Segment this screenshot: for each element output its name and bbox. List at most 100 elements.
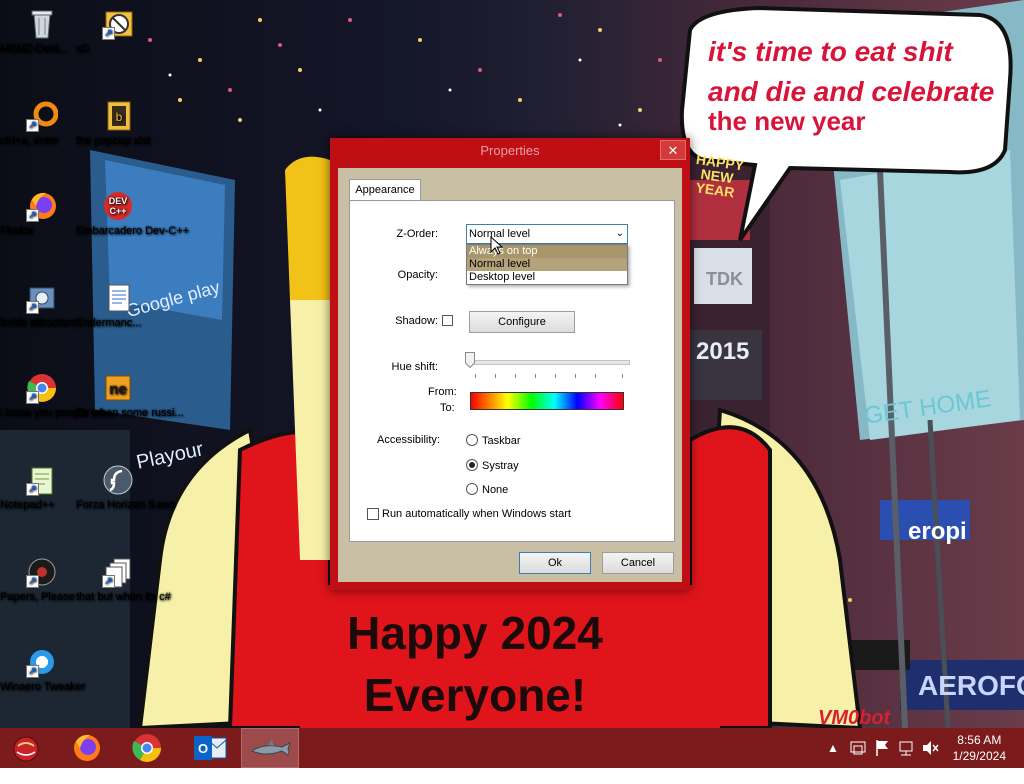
desktop-icon-label: forkie attractant [0, 317, 76, 329]
accessibility-option-label: None [482, 484, 509, 496]
dialog-close-button[interactable]: ✕ [660, 140, 686, 160]
taskbar-chrome[interactable] [118, 728, 176, 768]
chevron-down-icon: ⌄ [615, 228, 624, 239]
svg-text:b: b [116, 110, 123, 124]
taskbar-outlook[interactable]: O [180, 728, 238, 768]
desktop-icon-label: Firefox [0, 225, 34, 237]
slider-tick [622, 374, 623, 378]
recycle-bin-icon [26, 8, 58, 40]
desktop-icon-csharp[interactable]: ↗ that but when its c# [76, 556, 171, 603]
document-icon [102, 282, 134, 314]
desktop-icon-chrome[interactable]: ↗ i know you people we... [0, 372, 114, 419]
speech-bubble-line-1: it's time to eat shit [708, 36, 953, 67]
desktop-icon-label: Forza Horizon 5.exe [76, 499, 176, 511]
accessibility-label: Accessibility: [377, 434, 440, 446]
outlook-icon: O [194, 736, 227, 760]
svg-text:C++: C++ [109, 206, 126, 216]
desktop-icon-label: Endermanc... [76, 317, 142, 329]
accessibility-radio-taskbar[interactable] [466, 434, 478, 446]
desktop-icon-forkie[interactable]: ↗ forkie attractant [0, 282, 84, 329]
desktop-icon-label: Notepad++ [0, 499, 55, 511]
billboard-tdk: TDK [706, 269, 743, 289]
stacked-pages-icon: ↗ [102, 556, 134, 588]
hue-gradient-bar [470, 392, 624, 410]
desktop-icon-devcpp[interactable]: DEV C++ Embarcadero Dev-C++ [76, 190, 189, 237]
dotnet-icon: ne [102, 372, 134, 404]
muted-speaker-icon[interactable] [920, 728, 940, 768]
desktop-icon-memz[interactable]: MEMZ-Dest... [0, 8, 84, 55]
desktop-icon-label: MEMZ-Dest... [0, 43, 68, 55]
billboard-aerofos: AEROFOS [918, 670, 1024, 701]
desktop-icon-forza[interactable]: Forza Horizon 5.exe [76, 464, 175, 511]
billboard-happy-new-year: HAPPY NEW YEAR [694, 151, 746, 201]
desktop-icon-endermanch[interactable]: Endermanc... [76, 282, 160, 329]
desktop-icon-label: for when some russi... [76, 407, 184, 419]
desktop-icon-xd[interactable]: ↗ xD [76, 8, 160, 55]
chevron-up-icon[interactable]: ▲ [826, 728, 840, 768]
svg-text:O: O [198, 741, 208, 756]
autorun-checkbox[interactable] [367, 508, 379, 520]
flag-icon[interactable] [872, 728, 892, 768]
tab-appearance[interactable]: Appearance [349, 179, 421, 201]
desktop-icon-firefox[interactable]: ↗ Firefox [0, 190, 84, 237]
billboard-2015: 2015 [696, 338, 750, 365]
opacity-label: Opacity: [397, 269, 438, 281]
desktop-icon-label: Embarcadero Dev-C++ [76, 225, 190, 237]
shark-app-icon [250, 739, 291, 756]
clock-time: 8:56 AM [957, 733, 1002, 747]
mouse-cursor-icon [490, 236, 504, 255]
settings-app-icon: ↗ [26, 282, 58, 314]
properties-dialog: Properties ✕ Appearance Z-Order: Normal … [330, 138, 690, 590]
orange-ring-icon: ↗ [26, 100, 59, 132]
accessibility-radio-systray[interactable] [466, 459, 478, 471]
desktop-icon-label: Winaero Tweaker [0, 681, 86, 693]
desktop-icon-ctrl-a[interactable]: ↗ ctrl+a, enter [0, 100, 84, 147]
start-button[interactable] [0, 728, 58, 768]
configure-button[interactable]: Configure [469, 311, 575, 333]
hue-slider-thumb[interactable] [465, 352, 475, 368]
network-icon[interactable] [896, 728, 916, 768]
taskbar: O ▲ 8:56 AM 1/29/2024 [0, 728, 1024, 768]
shadow-checkbox[interactable] [442, 315, 453, 326]
ornament-start-icon [13, 736, 39, 762]
flash-icon [102, 464, 134, 496]
zorder-option-desktop-level[interactable]: Desktop level [467, 271, 627, 284]
zorder-option-normal-level[interactable]: Normal level [467, 258, 627, 271]
clock-date: 1/29/2024 [952, 749, 1006, 763]
dialog-title: Properties [480, 143, 540, 158]
zorder-label: Z-Order: [396, 228, 438, 240]
speech-bubble-line-2: and die and celebrate [708, 76, 995, 107]
desktop-icon-notepadpp[interactable]: ↗ Notepad++ [0, 464, 84, 511]
popcap-folder-icon: b [102, 100, 134, 132]
slider-tick [495, 374, 496, 378]
ok-button[interactable]: Ok [519, 552, 591, 574]
hue-shift-label: Hue shift: [391, 361, 438, 373]
devcpp-icon: DEV C++ [102, 190, 134, 222]
desktop-icon-label: Papers, Please [0, 591, 75, 603]
firefox-icon: ↗ [26, 190, 58, 222]
network-devices-icon[interactable] [848, 728, 868, 768]
desktop-icon-label: that but when its c# [76, 591, 171, 603]
hue-slider-track[interactable] [470, 360, 630, 365]
slider-tick [515, 374, 516, 378]
slider-tick [555, 374, 556, 378]
desktop-icon-label: xD [76, 43, 90, 55]
poster-line-1: Happy 2024 [347, 607, 603, 659]
firefox-icon [74, 734, 100, 761]
papers-please-icon: ↗ [26, 556, 58, 588]
svg-text:ne: ne [109, 381, 127, 398]
cancel-button[interactable]: Cancel [602, 552, 674, 574]
desktop-icon-label: ctrl+a, enter [0, 135, 59, 147]
taskbar-shark-app[interactable] [241, 728, 299, 768]
taskbar-firefox[interactable] [58, 728, 116, 768]
desktop-icon-russian[interactable]: ne for when some russi... [76, 372, 184, 419]
accessibility-radio-none[interactable] [466, 483, 478, 495]
taskbar-clock[interactable]: 8:56 AM 1/29/2024 [953, 732, 1006, 764]
hue-to-label: To: [440, 402, 455, 414]
desktop-icon-popcap[interactable]: b the popcap shit [76, 100, 160, 147]
hue-from-label: From: [428, 386, 457, 398]
desktop-icon-winaero[interactable]: ↗ Winaero Tweaker [0, 646, 85, 693]
slider-tick [575, 374, 576, 378]
slider-tick [595, 374, 596, 378]
desktop-icon-papers-please[interactable]: ↗ Papers, Please [0, 556, 84, 603]
